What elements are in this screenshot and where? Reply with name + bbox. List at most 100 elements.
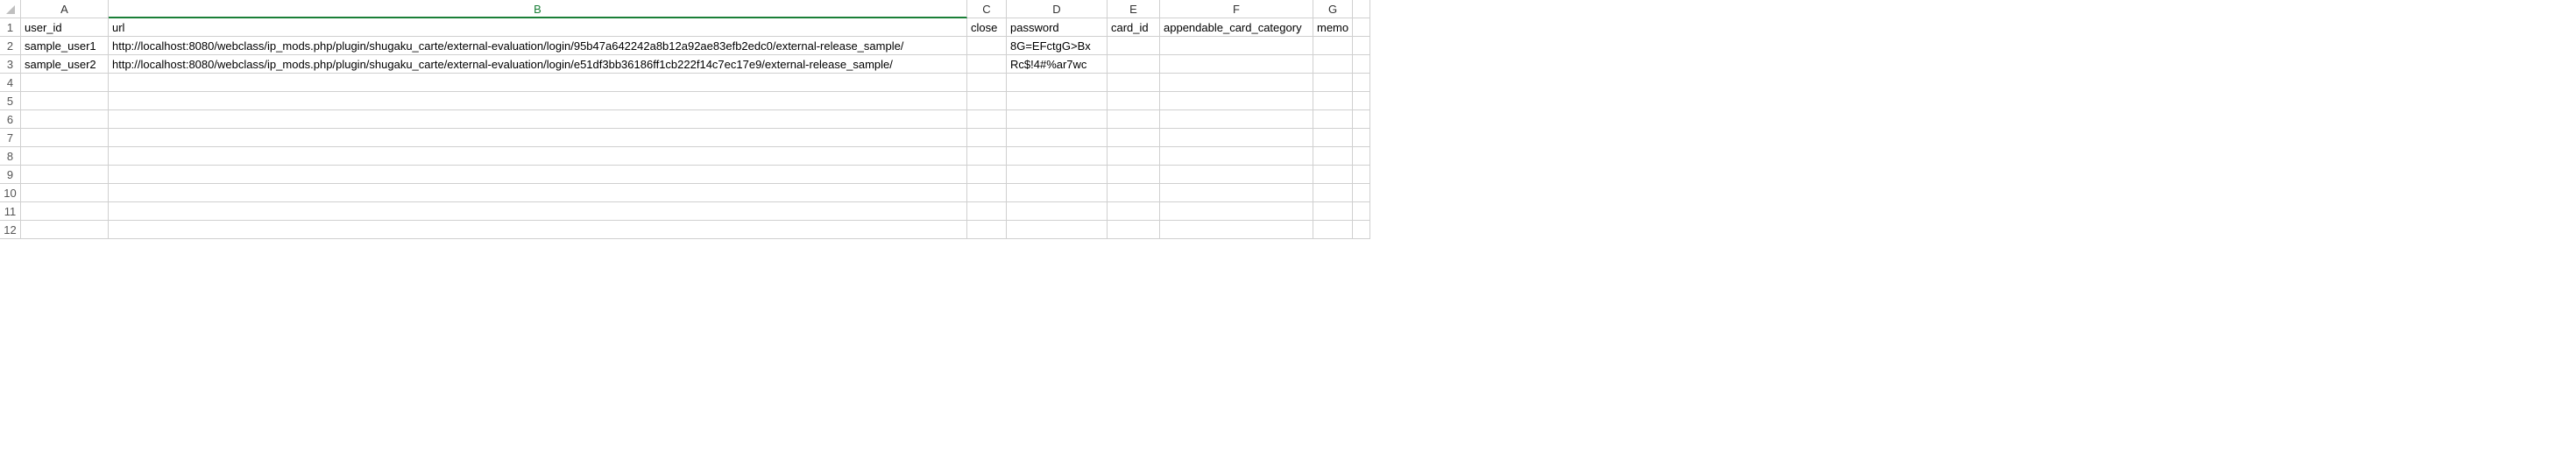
spreadsheet[interactable]: A B C D E F G 1 user_id url close passwo… — [0, 0, 2576, 239]
cell[interactable] — [967, 110, 1007, 129]
cell[interactable] — [967, 202, 1007, 221]
cell[interactable] — [1160, 202, 1313, 221]
column-header-E[interactable]: E — [1108, 0, 1160, 18]
cell[interactable] — [1160, 147, 1313, 166]
cell[interactable] — [21, 129, 109, 147]
cell[interactable] — [1108, 166, 1160, 184]
cell[interactable] — [1313, 110, 1353, 129]
cell[interactable] — [1108, 221, 1160, 239]
cell[interactable] — [1353, 55, 1370, 74]
cell[interactable] — [967, 129, 1007, 147]
cell[interactable] — [1108, 55, 1160, 74]
cell[interactable] — [1160, 55, 1313, 74]
cell[interactable]: http://localhost:8080/webclass/ip_mods.p… — [109, 55, 967, 74]
cell[interactable] — [1108, 37, 1160, 55]
row-number[interactable]: 1 — [0, 18, 21, 37]
cell[interactable] — [1108, 147, 1160, 166]
cell[interactable] — [1353, 129, 1370, 147]
cell[interactable]: password — [1007, 18, 1108, 37]
cell[interactable] — [967, 74, 1007, 92]
cell[interactable] — [109, 221, 967, 239]
cell[interactable] — [967, 221, 1007, 239]
cell[interactable] — [21, 221, 109, 239]
cell[interactable] — [1313, 166, 1353, 184]
cell[interactable] — [1007, 221, 1108, 239]
column-header-F[interactable]: F — [1160, 0, 1313, 18]
cell[interactable]: close — [967, 18, 1007, 37]
cell[interactable] — [1007, 110, 1108, 129]
cell[interactable] — [1108, 184, 1160, 202]
cell[interactable] — [1313, 184, 1353, 202]
cell[interactable] — [21, 110, 109, 129]
cell[interactable] — [21, 147, 109, 166]
cell[interactable] — [1313, 129, 1353, 147]
row-number[interactable]: 12 — [0, 221, 21, 239]
cell[interactable] — [109, 129, 967, 147]
cell[interactable] — [1313, 74, 1353, 92]
cell[interactable] — [1313, 202, 1353, 221]
cell[interactable] — [21, 74, 109, 92]
row-number[interactable]: 4 — [0, 74, 21, 92]
cell[interactable] — [1353, 221, 1370, 239]
cell[interactable]: sample_user2 — [21, 55, 109, 74]
cell[interactable] — [109, 92, 967, 110]
cell[interactable] — [1160, 37, 1313, 55]
cell[interactable] — [1160, 184, 1313, 202]
cell[interactable] — [1353, 18, 1370, 37]
cell[interactable] — [1313, 37, 1353, 55]
cell[interactable] — [1160, 129, 1313, 147]
cell[interactable] — [1007, 184, 1108, 202]
cell[interactable] — [1007, 74, 1108, 92]
row-number[interactable]: 5 — [0, 92, 21, 110]
cell[interactable] — [109, 74, 967, 92]
cell[interactable] — [1353, 147, 1370, 166]
cell[interactable]: 8G=EFctgG>Bx — [1007, 37, 1108, 55]
cell[interactable] — [1160, 166, 1313, 184]
row-number[interactable]: 8 — [0, 147, 21, 166]
cell[interactable] — [1160, 74, 1313, 92]
cell[interactable] — [109, 147, 967, 166]
row-number[interactable]: 11 — [0, 202, 21, 221]
cell[interactable] — [1353, 37, 1370, 55]
cell[interactable] — [1160, 92, 1313, 110]
cell[interactable] — [1160, 110, 1313, 129]
cell[interactable]: card_id — [1108, 18, 1160, 37]
cell[interactable] — [1313, 92, 1353, 110]
cell[interactable] — [1353, 110, 1370, 129]
cell[interactable] — [1108, 92, 1160, 110]
row-number[interactable]: 9 — [0, 166, 21, 184]
cell[interactable] — [1108, 110, 1160, 129]
cell[interactable] — [1313, 221, 1353, 239]
cell[interactable] — [109, 184, 967, 202]
cell[interactable] — [1313, 55, 1353, 74]
select-all-corner[interactable] — [0, 0, 21, 18]
cell[interactable] — [1160, 221, 1313, 239]
cell[interactable] — [1007, 92, 1108, 110]
row-number[interactable]: 3 — [0, 55, 21, 74]
cell[interactable] — [1007, 166, 1108, 184]
cell[interactable] — [1108, 74, 1160, 92]
row-number[interactable]: 2 — [0, 37, 21, 55]
cell[interactable] — [967, 37, 1007, 55]
cell[interactable] — [21, 202, 109, 221]
cell[interactable] — [967, 55, 1007, 74]
column-header-A[interactable]: A — [21, 0, 109, 18]
cell[interactable] — [1353, 184, 1370, 202]
cell[interactable]: appendable_card_category — [1160, 18, 1313, 37]
cell[interactable]: url — [109, 18, 967, 37]
cell[interactable] — [1108, 129, 1160, 147]
cell[interactable] — [1007, 129, 1108, 147]
cell[interactable] — [967, 147, 1007, 166]
row-number[interactable]: 7 — [0, 129, 21, 147]
cell[interactable] — [109, 110, 967, 129]
cell[interactable] — [21, 92, 109, 110]
row-number[interactable]: 10 — [0, 184, 21, 202]
row-number[interactable]: 6 — [0, 110, 21, 129]
cell[interactable] — [1313, 147, 1353, 166]
column-header-C[interactable]: C — [967, 0, 1007, 18]
cell[interactable] — [1353, 74, 1370, 92]
cell[interactable] — [1108, 202, 1160, 221]
cell[interactable]: Rc$!4#%ar7wc — [1007, 55, 1108, 74]
cell[interactable] — [1353, 202, 1370, 221]
cell[interactable] — [21, 166, 109, 184]
